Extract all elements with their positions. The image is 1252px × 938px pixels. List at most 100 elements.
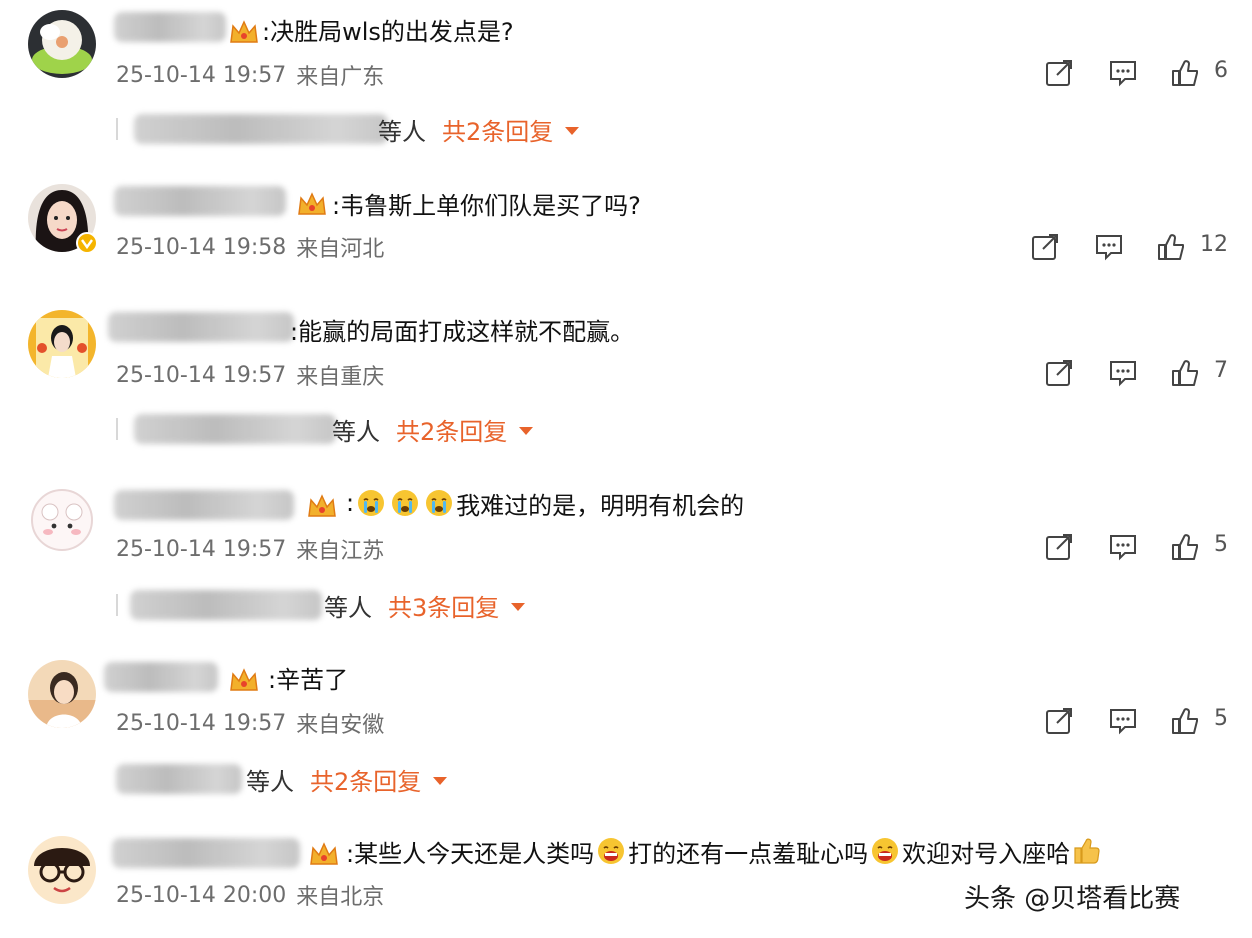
reply-users-suffix: 等人 xyxy=(246,767,294,796)
share-icon[interactable] xyxy=(1044,56,1074,90)
comment-time: 25-10-14 19:57 xyxy=(116,536,287,562)
like-count: 5 xyxy=(1214,706,1228,731)
comment-meta: 25-10-14 19:57 来自重庆 xyxy=(116,360,385,391)
reply-summary[interactable]: 等人 共2条回复 xyxy=(116,762,496,796)
crying-emoji-icon xyxy=(596,836,626,866)
thumbs-up-icon[interactable] xyxy=(1170,56,1200,90)
comment-time: 25-10-14 19:57 xyxy=(116,62,287,88)
crown-badge-icon xyxy=(308,840,340,868)
reply-summary[interactable]: 等人 共2条回复 xyxy=(116,412,576,446)
chevron-down-icon[interactable] xyxy=(565,127,580,135)
comment-text: : 我难过的是，明明有机会的 xyxy=(346,486,744,520)
user-avatar[interactable] xyxy=(28,660,96,728)
comment-location: 来自江苏 xyxy=(296,539,385,564)
crying-emoji-icon xyxy=(870,836,900,866)
comment-actions: 12 xyxy=(1026,230,1246,264)
comment-body-part: :某些人今天还是人类吗 xyxy=(346,839,595,868)
comment-location: 来自重庆 xyxy=(296,365,385,390)
reply-count-link[interactable]: 共2条回复 xyxy=(310,762,421,797)
comment-meta: 25-10-14 19:57 来自广东 xyxy=(116,60,385,91)
comment-meta: 25-10-14 19:58 来自河北 xyxy=(116,232,385,263)
reply-count-link[interactable]: 共3条回复 xyxy=(388,588,499,623)
masked-reply-users xyxy=(134,114,388,144)
comment-location: 来自河北 xyxy=(296,237,385,262)
thumbs-up-emoji-icon xyxy=(1072,836,1102,866)
user-avatar[interactable] xyxy=(28,486,96,554)
reply-divider xyxy=(116,118,118,140)
comment-icon[interactable] xyxy=(1108,56,1138,90)
masked-username[interactable] xyxy=(104,662,218,692)
like-count: 6 xyxy=(1214,58,1228,83)
comment-meta: 25-10-14 19:57 来自江苏 xyxy=(116,534,385,565)
comment-time: 25-10-14 19:57 xyxy=(116,710,287,736)
crying-emoji-icon xyxy=(390,488,420,518)
crown-badge-icon xyxy=(306,492,338,520)
comment-body: 我难过的是，明明有机会的 xyxy=(456,491,745,520)
like-count: 12 xyxy=(1200,232,1228,257)
chevron-down-icon[interactable] xyxy=(433,777,448,785)
verified-badge-icon xyxy=(76,232,98,254)
comment-icon[interactable] xyxy=(1094,230,1124,264)
like-count: 7 xyxy=(1214,358,1228,383)
user-avatar[interactable] xyxy=(28,10,96,78)
comment-meta: 25-10-14 19:57 来自安徽 xyxy=(116,708,385,739)
comment-time: 25-10-14 19:58 xyxy=(116,234,287,260)
comment-text: :能赢的局面打成这样就不配赢。 xyxy=(290,317,635,346)
comment-time: 25-10-14 19:57 xyxy=(116,362,287,388)
reply-users-suffix: 等人 xyxy=(332,417,380,446)
reply-users-suffix: 等人 xyxy=(378,117,426,146)
share-icon[interactable] xyxy=(1044,356,1074,390)
reply-summary[interactable]: 等人 共2条回复 xyxy=(116,112,616,146)
comment-text: :某些人今天还是人类吗 打的还有一点羞耻心吗 欢迎对号入座哈 xyxy=(346,834,1104,868)
masked-reply-users xyxy=(130,590,322,620)
user-avatar[interactable] xyxy=(28,836,96,904)
masked-reply-users xyxy=(116,764,242,794)
comment-colon: : xyxy=(346,489,355,517)
masked-username[interactable] xyxy=(114,12,226,42)
like-count: 5 xyxy=(1214,532,1228,557)
comment-icon[interactable] xyxy=(1108,530,1138,564)
comment-body-part: 欢迎对号入座哈 xyxy=(902,839,1071,868)
masked-username[interactable] xyxy=(114,186,286,216)
thumbs-up-icon[interactable] xyxy=(1170,704,1200,738)
comment-actions: 5 xyxy=(1040,704,1252,738)
reply-divider xyxy=(116,418,118,440)
share-icon[interactable] xyxy=(1044,704,1074,738)
masked-username[interactable] xyxy=(114,490,294,520)
share-icon[interactable] xyxy=(1030,230,1060,264)
chevron-down-icon[interactable] xyxy=(511,603,526,611)
comment-body-part: 打的还有一点羞耻心吗 xyxy=(628,839,869,868)
share-icon[interactable] xyxy=(1044,530,1074,564)
reply-users-suffix: 等人 xyxy=(324,593,372,622)
chevron-down-icon[interactable] xyxy=(519,427,534,435)
comment-text: :辛苦了 xyxy=(268,665,349,694)
reply-count-link[interactable]: 共2条回复 xyxy=(396,412,507,447)
reply-summary[interactable]: 等人 共3条回复 xyxy=(116,588,576,622)
reply-divider xyxy=(116,594,118,616)
comment-text: :韦鲁斯上单你们队是买了吗? xyxy=(332,191,641,220)
masked-reply-users xyxy=(134,414,336,444)
thumbs-up-icon[interactable] xyxy=(1156,230,1186,264)
crown-badge-icon xyxy=(228,666,260,694)
comment-text: :决胜局wls的出发点是? xyxy=(262,17,514,46)
user-avatar[interactable] xyxy=(28,310,96,378)
crown-badge-icon xyxy=(228,18,260,46)
crown-badge-icon xyxy=(296,190,328,218)
comment-icon[interactable] xyxy=(1108,356,1138,390)
masked-username[interactable] xyxy=(112,838,300,868)
comment-icon[interactable] xyxy=(1108,704,1138,738)
comment-location: 来自北京 xyxy=(296,885,385,910)
reply-count-link[interactable]: 共2条回复 xyxy=(442,112,553,147)
comment-location: 来自安徽 xyxy=(296,713,385,738)
comment-actions: 6 xyxy=(1040,56,1252,90)
comment-actions: 5 xyxy=(1040,530,1252,564)
source-watermark: 头条 @贝塔看比赛 xyxy=(964,884,1181,914)
comment-meta: 25-10-14 20:00 来自北京 xyxy=(116,880,385,911)
thumbs-up-icon[interactable] xyxy=(1170,530,1200,564)
comment-location: 来自广东 xyxy=(296,65,385,90)
crying-emoji-icon xyxy=(424,488,454,518)
thumbs-up-icon[interactable] xyxy=(1170,356,1200,390)
crying-emoji-icon xyxy=(356,488,386,518)
comment-time: 25-10-14 20:00 xyxy=(116,882,287,908)
masked-username[interactable] xyxy=(108,312,294,342)
